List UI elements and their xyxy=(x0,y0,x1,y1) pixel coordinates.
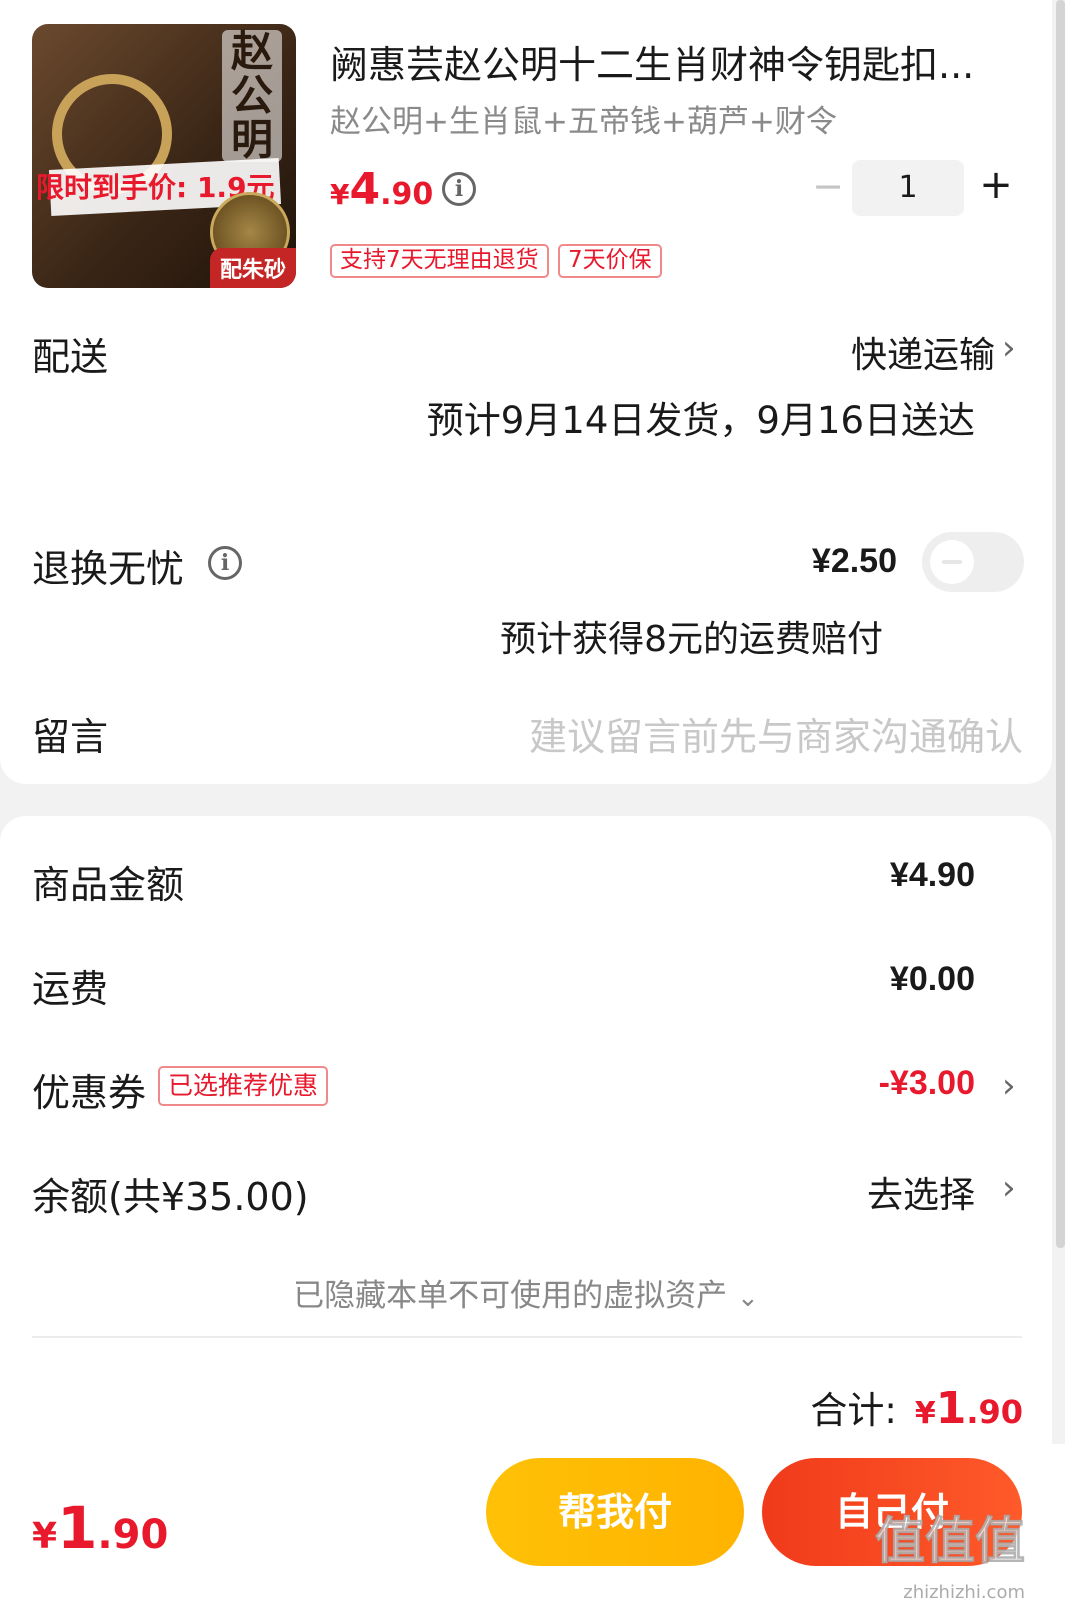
quantity-increase-button[interactable]: + xyxy=(974,164,1018,208)
return-insurance-toggle[interactable] xyxy=(922,532,1024,592)
checkout-price: ¥1.90 xyxy=(32,1494,168,1562)
scrollbar[interactable] xyxy=(1056,0,1065,1248)
price-protect-badge: 7天价保 xyxy=(558,244,662,278)
image-tag: 配朱砂 xyxy=(209,248,296,288)
chevron-down-icon: ⌄ xyxy=(737,1283,759,1313)
product-spec[interactable]: 赵公明+生肖鼠+五帝钱+葫芦+财令 xyxy=(330,96,837,141)
product-title[interactable]: 阙惠芸赵公明十二生肖财神令钥匙扣... xyxy=(330,34,1000,89)
total-decimal: .90 xyxy=(966,1393,1023,1431)
delivery-label: 配送 xyxy=(32,335,109,379)
return-insurance-price: ¥2.50 xyxy=(811,542,897,580)
delivery-method: 快递运输 xyxy=(850,335,995,376)
divider xyxy=(32,1336,1022,1338)
goods-amount-value: ¥4.90 xyxy=(889,856,975,894)
checkout-integer: 1 xyxy=(57,1494,98,1562)
delivery-estimate: 预计9月14日发货，9月16日送达 xyxy=(426,399,975,442)
memo-input[interactable]: 建议留言前先与商家沟通确认 xyxy=(529,706,1023,761)
watermark-domain: zhizhizhi.com xyxy=(903,1582,1025,1603)
total-integer: 1 xyxy=(935,1383,967,1434)
quantity-input[interactable]: 1 xyxy=(852,160,964,216)
return-policy-badge: 支持7天无理由退货 xyxy=(330,244,549,278)
return-insurance-note: 预计获得8元的运费赔付 xyxy=(500,619,883,660)
shipping-fee-label: 运费 xyxy=(32,967,109,1011)
shipping-fee-value: ¥0.00 xyxy=(889,960,975,998)
chevron-right-icon[interactable]: › xyxy=(1002,1168,1016,1208)
order-total: 合计: ¥1.90 xyxy=(810,1380,1023,1434)
checkout-currency: ¥ xyxy=(32,1516,58,1557)
price-info-icon[interactable]: i xyxy=(442,172,476,206)
total-label: 合计: xyxy=(810,1389,897,1432)
image-calligraphy: 赵公明 xyxy=(222,30,282,162)
watermark-logo: 值值值 xyxy=(875,1512,1026,1571)
hidden-assets-text: 已隐藏本单不可使用的虚拟资产 xyxy=(293,1278,728,1314)
chevron-right-icon[interactable]: › xyxy=(1002,1066,1016,1106)
hidden-assets-toggle[interactable]: 已隐藏本单不可使用的虚拟资产 ⌄ xyxy=(0,1270,1052,1315)
price-integer: 4 xyxy=(349,164,381,215)
return-insurance-label: 退换无忧 xyxy=(32,547,185,591)
coupon-selected-badge: 已选推荐优惠 xyxy=(158,1066,329,1106)
coupon-label: 优惠券 xyxy=(32,1071,147,1115)
product-thumbnail[interactable]: 赵公明 限时到手价: 1.9元 配朱砂 xyxy=(32,24,296,288)
product-price: ¥4.90 xyxy=(330,164,433,215)
quantity-decrease-button[interactable]: − xyxy=(808,166,848,210)
delivery-method-row[interactable]: 快递运输 xyxy=(851,326,995,378)
price-currency: ¥ xyxy=(330,178,350,211)
price-decimal: .90 xyxy=(380,177,434,212)
chevron-right-icon[interactable]: › xyxy=(1002,328,1016,368)
checkout-decimal: .90 xyxy=(97,1512,169,1558)
toggle-knob xyxy=(930,540,974,584)
price-summary-card xyxy=(0,816,1052,1444)
memo-label: 留言 xyxy=(32,715,109,759)
help-pay-button[interactable]: 帮我付 xyxy=(486,1458,744,1566)
goods-amount-label: 商品金额 xyxy=(32,863,185,907)
total-currency: ¥ xyxy=(914,1396,936,1431)
balance-label: 余额(共¥35.00) xyxy=(32,1175,309,1219)
return-insurance-info-icon[interactable]: i xyxy=(208,546,242,580)
balance-select-link[interactable]: 去选择 xyxy=(867,1166,975,1218)
coupon-value[interactable]: -¥3.00 xyxy=(879,1064,975,1103)
